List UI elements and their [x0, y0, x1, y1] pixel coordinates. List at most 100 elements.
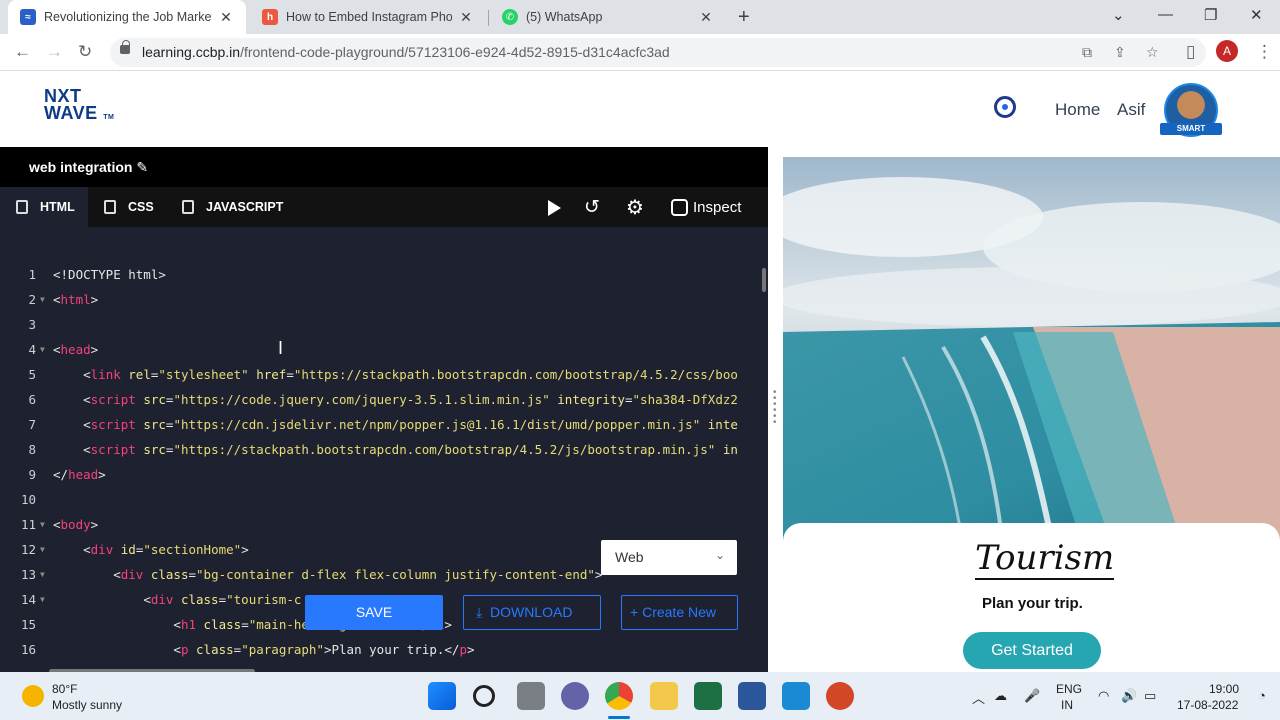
view-mode-select[interactable]: Web ⌄ [601, 540, 737, 575]
code-editor-panel: web integration ✎ HTML CSS JAVASCRIPT ↺ … [0, 147, 768, 672]
excel-icon[interactable] [694, 682, 722, 710]
code-token: rel [128, 367, 151, 382]
fold-arrow-icon[interactable]: ▼ [40, 295, 45, 304]
share-icon[interactable]: ⇪ [1114, 44, 1126, 61]
fold-arrow-icon[interactable]: ▼ [40, 570, 45, 579]
app-header: NXT WAVE TM Home Asif SMART [0, 71, 1280, 147]
run-play-icon[interactable] [548, 200, 561, 216]
code-text: <link rel="stylesheet" href="https://sta… [53, 367, 738, 382]
code-token: id [120, 542, 136, 557]
clock-time[interactable]: 19:00 [1209, 682, 1239, 696]
fold-arrow-icon[interactable]: ▼ [40, 520, 45, 529]
hubspot-favicon-icon: h [262, 9, 278, 25]
download-button[interactable]: ⤓ DOWNLOAD [463, 595, 601, 630]
code-token: <!DOCTYPE html> [53, 267, 166, 282]
restore-icon[interactable]: ❐ [1204, 6, 1217, 24]
nav-user-name[interactable]: Asif [1117, 100, 1145, 120]
code-token: < [83, 542, 91, 557]
code-line[interactable]: 9 </head> [0, 467, 760, 492]
profile-avatar[interactable]: A [1216, 40, 1238, 62]
code-line[interactable]: 16 <p class="paragraph">Plan your trip.<… [0, 642, 760, 667]
clock-date[interactable]: 17-08-2022 [1177, 698, 1238, 712]
windows-start-icon[interactable] [428, 682, 456, 710]
language-eng[interactable]: ENG [1056, 682, 1082, 696]
fold-arrow-icon[interactable]: ▼ [40, 595, 45, 604]
code-token: inte [707, 417, 738, 432]
browser-tab-active[interactable]: ≈ Revolutionizing the Job Market | ✕ [8, 0, 246, 34]
code-token: = [188, 567, 197, 582]
code-line[interactable]: 1 <!DOCTYPE html> [0, 267, 760, 292]
code-text: <!DOCTYPE html> [53, 267, 166, 282]
inspect-checkbox[interactable] [671, 199, 688, 216]
get-started-button[interactable]: Get Started [963, 632, 1101, 669]
side-panel-icon[interactable]: ▯ [1186, 42, 1195, 62]
edit-pencil-icon[interactable]: ✎ [136, 159, 148, 175]
weather-sun-icon[interactable] [22, 685, 44, 707]
omnibox[interactable]: learning.ccbp.in/frontend-code-playgroun… [110, 38, 1206, 67]
microphone-icon[interactable]: 🎤 [1024, 688, 1040, 704]
browser-tab[interactable]: h How to Embed Instagram Photo ✕ [250, 0, 486, 34]
create-new-button[interactable]: + Create New [621, 595, 738, 630]
code-line[interactable]: 7 <script src="https://cdn.jsdelivr.net/… [0, 417, 760, 442]
code-text: <div id="sectionHome"> [53, 542, 249, 557]
forward-icon[interactable]: → [46, 42, 63, 62]
open-in-app-icon[interactable]: ⧉ [1082, 44, 1092, 61]
bookmark-star-icon[interactable]: ☆ [1146, 44, 1159, 61]
tab-css[interactable]: CSS [88, 187, 166, 227]
close-tab-icon[interactable]: ✕ [698, 9, 714, 26]
code-line[interactable]: 3 [0, 317, 760, 342]
lock-icon [120, 40, 130, 54]
language-in[interactable]: IN [1061, 698, 1073, 712]
settings-gear-icon[interactable]: ⚙ [626, 195, 644, 220]
code-line[interactable]: 5 <link rel="stylesheet" href="https://s… [0, 367, 760, 392]
menu-kebab-icon[interactable]: ⋮ [1256, 42, 1273, 62]
minimize-icon[interactable]: — [1158, 6, 1173, 23]
chrome-icon[interactable] [605, 682, 633, 710]
tray-chevron-up-icon[interactable]: ︿ [972, 688, 985, 707]
close-tab-icon[interactable]: ✕ [458, 9, 474, 26]
code-line[interactable]: 10 [0, 492, 760, 517]
vscode-icon[interactable] [782, 682, 810, 710]
code-token: < [83, 392, 91, 407]
window-close-icon[interactable]: ✕ [1250, 6, 1263, 24]
fold-arrow-icon[interactable]: ▼ [40, 345, 45, 354]
tab-search-icon[interactable]: ⌄ [1112, 6, 1125, 24]
new-tab-icon[interactable]: + [738, 6, 750, 29]
save-button[interactable]: SAVE [305, 595, 443, 630]
code-line[interactable]: 11 ▼ <body> [0, 517, 760, 542]
browser-tab[interactable]: ✆ (5) WhatsApp ✕ [490, 0, 726, 34]
back-icon[interactable]: ← [14, 42, 31, 62]
close-tab-icon[interactable]: ✕ [218, 9, 234, 26]
url-text[interactable]: learning.ccbp.in/frontend-code-playgroun… [142, 44, 670, 60]
battery-icon[interactable]: ▭ [1144, 688, 1156, 704]
code-line[interactable]: 4 ▼ <head> [0, 342, 760, 367]
task-view-icon[interactable] [517, 682, 545, 710]
fold-arrow-icon[interactable]: ▼ [40, 545, 45, 554]
file-explorer-icon[interactable] [650, 682, 678, 710]
code-line[interactable]: 2 ▼ <html> [0, 292, 760, 317]
weather-temp[interactable]: 80°F [52, 682, 77, 696]
word-icon[interactable] [738, 682, 766, 710]
powerpoint-icon[interactable] [826, 682, 854, 710]
reload-icon[interactable]: ↻ [78, 42, 92, 62]
active-app-indicator [608, 716, 630, 719]
vertical-scrollbar[interactable] [762, 268, 766, 292]
resize-handle-icon[interactable]: • • • • • • [773, 388, 777, 428]
weather-desc[interactable]: Mostly sunny [52, 698, 122, 712]
tab-html[interactable]: HTML [0, 187, 88, 227]
teams-chat-icon[interactable] [561, 682, 589, 710]
wifi-icon[interactable]: ◠ [1098, 688, 1109, 704]
code-text: <script src="https://cdn.jsdelivr.net/np… [53, 417, 738, 432]
timer-icon[interactable] [994, 96, 1016, 118]
volume-icon[interactable]: 🔊 [1121, 688, 1137, 704]
nxtwave-logo[interactable]: NXT WAVE TM [44, 87, 114, 126]
onedrive-cloud-icon[interactable]: ☁ [994, 688, 1007, 704]
tab-javascript[interactable]: JAVASCRIPT [166, 187, 296, 227]
code-line[interactable]: 6 <script src = "https://code.jquery.com/j… [0, 392, 760, 417]
notification-bell-icon[interactable]: ◔ [1258, 688, 1266, 703]
code-line[interactable]: 8 <script src="https://stackpath.bootstr… [0, 442, 760, 467]
search-icon[interactable] [473, 685, 495, 707]
nav-home-link[interactable]: Home [1055, 100, 1100, 120]
reset-icon[interactable]: ↺ [584, 196, 600, 219]
